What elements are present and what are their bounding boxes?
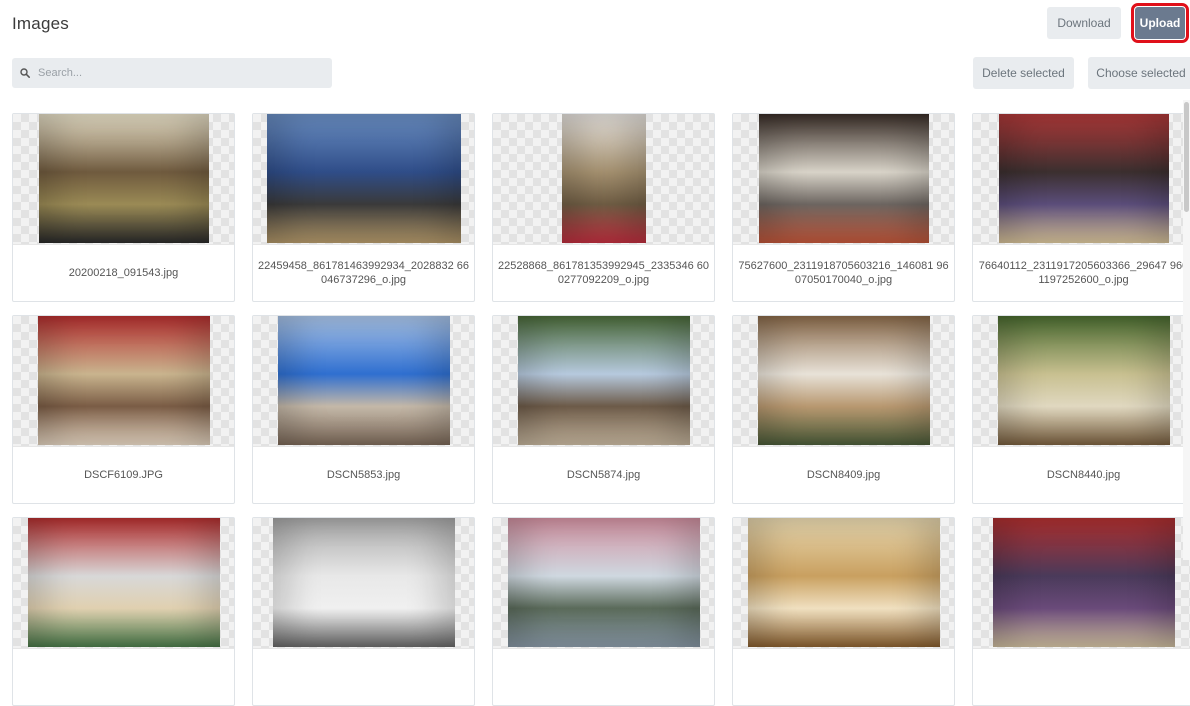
image-card[interactable]: [972, 517, 1190, 706]
image-thumbnail[interactable]: [733, 114, 954, 245]
image-filename: 20200218_091543.jpg: [68, 267, 179, 279]
image-card[interactable]: 22528868_861781353992945_2335346 6002770…: [492, 113, 715, 302]
image-thumbnail[interactable]: [253, 114, 474, 245]
photo: [277, 316, 450, 445]
image-card[interactable]: [12, 517, 235, 706]
image-thumbnail[interactable]: [973, 518, 1190, 649]
image-thumbnail[interactable]: [13, 518, 234, 649]
delete-selected-button[interactable]: Delete selected: [973, 57, 1074, 89]
image-filename: [13, 649, 234, 705]
image-thumbnail[interactable]: [493, 316, 714, 447]
image-filename: DSCF6109.JPG: [84, 469, 163, 481]
search-icon: [20, 68, 30, 78]
photo: [37, 316, 210, 445]
photo: [992, 518, 1175, 647]
image-card[interactable]: DSCN8409.jpg: [732, 315, 955, 504]
image-thumbnail[interactable]: [493, 518, 714, 649]
photo: [561, 114, 646, 243]
image-card[interactable]: [732, 517, 955, 706]
image-card[interactable]: [252, 517, 475, 706]
image-filename: DSCN5874.jpg: [566, 469, 641, 481]
image-grid: 20200218_091543.jpg 22459458_861781463992…: [12, 113, 1190, 706]
page-title: Images: [12, 14, 69, 33]
photo: [266, 114, 461, 243]
photo: [517, 316, 690, 445]
image-filename: 22459458_861781463992934_2028832 6604673…: [257, 260, 470, 286]
image-filename: 75627600_2311918705603216_146081 9607050…: [738, 260, 949, 286]
image-card[interactable]: DSCN8440.jpg: [972, 315, 1190, 504]
image-card[interactable]: [492, 517, 715, 706]
photo: [757, 316, 930, 445]
photo: [758, 114, 929, 243]
upload-button[interactable]: Upload: [1131, 3, 1189, 43]
image-card[interactable]: 22459458_861781463992934_2028832 6604673…: [252, 113, 475, 302]
image-filename: [493, 649, 714, 705]
image-thumbnail[interactable]: [973, 316, 1190, 447]
image-card[interactable]: 20200218_091543.jpg: [12, 113, 235, 302]
image-thumbnail[interactable]: [733, 316, 954, 447]
search-box[interactable]: [12, 58, 332, 88]
image-filename: 76640112_2311917205603366_29647 96011972…: [978, 260, 1189, 286]
choose-selected-button[interactable]: Choose selected: [1088, 57, 1190, 89]
image-filename: [973, 649, 1190, 705]
scrollbar[interactable]: [1183, 100, 1190, 560]
image-thumbnail[interactable]: [13, 316, 234, 447]
photo: [38, 114, 209, 243]
image-filename: DSCN5853.jpg: [326, 469, 401, 481]
image-card[interactable]: DSCN5853.jpg: [252, 315, 475, 504]
image-filename: 22528868_861781353992945_2335346 6002770…: [497, 260, 710, 286]
image-thumbnail[interactable]: [973, 114, 1190, 245]
photo: [272, 518, 455, 647]
scrollbar-thumb[interactable]: [1184, 102, 1189, 212]
download-button[interactable]: Download: [1047, 7, 1121, 39]
image-thumbnail[interactable]: [733, 518, 954, 649]
image-filename: DSCN8440.jpg: [1046, 469, 1121, 481]
image-filename: DSCN8409.jpg: [806, 469, 881, 481]
image-filename: [253, 649, 474, 705]
image-thumbnail[interactable]: [253, 316, 474, 447]
image-thumbnail[interactable]: [13, 114, 234, 245]
image-filename: [733, 649, 954, 705]
photo: [507, 518, 700, 647]
photo: [997, 316, 1170, 445]
image-thumbnail[interactable]: [253, 518, 474, 649]
image-card[interactable]: DSCN5874.jpg: [492, 315, 715, 504]
image-card[interactable]: DSCF6109.JPG: [12, 315, 235, 504]
image-card[interactable]: 75627600_2311918705603216_146081 9607050…: [732, 113, 955, 302]
photo: [27, 518, 220, 647]
image-thumbnail[interactable]: [493, 114, 714, 245]
photo: [747, 518, 940, 647]
image-card[interactable]: 76640112_2311917205603366_29647 96011972…: [972, 113, 1190, 302]
photo: [998, 114, 1169, 243]
search-input[interactable]: [36, 66, 320, 80]
